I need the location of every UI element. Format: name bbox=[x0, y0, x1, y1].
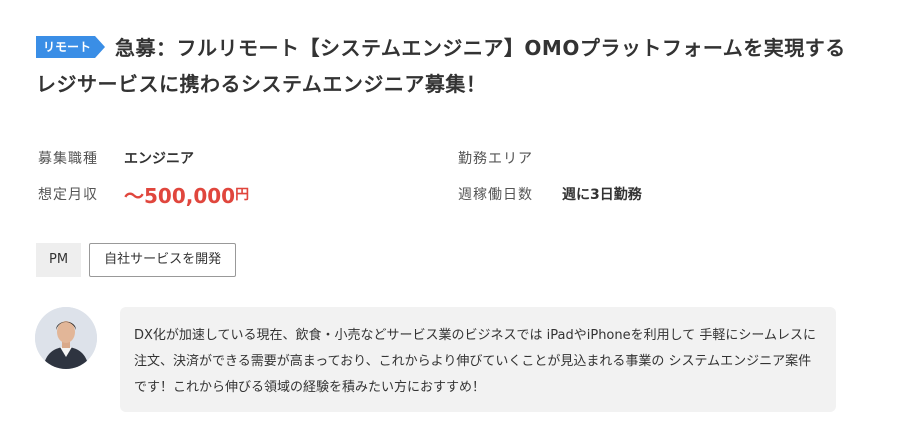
occupation-row: 募集職種 エンジニア bbox=[38, 140, 249, 176]
job-title[interactable]: 急募：フルリモート【システムエンジニア】OMOプラットフォームを実現するレジサー… bbox=[36, 36, 846, 96]
salary-label: 想定月収 bbox=[38, 187, 98, 203]
job-title-block: リモート 急募：フルリモート【システムエンジニア】OMOプラットフォームを実現する… bbox=[36, 30, 866, 102]
remote-badge: リモート bbox=[36, 36, 105, 58]
area-row: 勤務エリア bbox=[458, 140, 642, 176]
days-row: 週稼働日数 週に3日勤務 bbox=[458, 176, 642, 212]
tag-pm[interactable]: PM bbox=[36, 243, 82, 277]
occupation-value: エンジニア bbox=[124, 151, 194, 167]
person-avatar-icon bbox=[35, 307, 97, 369]
salary-value: 〜500,000 bbox=[124, 183, 236, 208]
salary-row: 想定月収 〜500,000 円 bbox=[38, 176, 249, 212]
tag-list: PM 自社サービスを開発 bbox=[36, 243, 237, 277]
salary-unit: 円 bbox=[235, 187, 250, 203]
job-meta-right: 勤務エリア 週稼働日数 週に3日勤務 bbox=[458, 140, 642, 212]
job-comment: DX化が加速している現在、飲食・小売などサービス業のビジネスでは iPadやiP… bbox=[120, 307, 836, 412]
days-label: 週稼働日数 bbox=[458, 187, 533, 203]
occupation-label: 募集職種 bbox=[38, 151, 98, 167]
job-meta-left: 募集職種 エンジニア 想定月収 〜500,000 円 bbox=[38, 140, 249, 212]
area-label: 勤務エリア bbox=[458, 151, 533, 167]
days-value: 週に3日勤務 bbox=[562, 187, 642, 203]
tag-own-service[interactable]: 自社サービスを開発 bbox=[89, 243, 237, 277]
